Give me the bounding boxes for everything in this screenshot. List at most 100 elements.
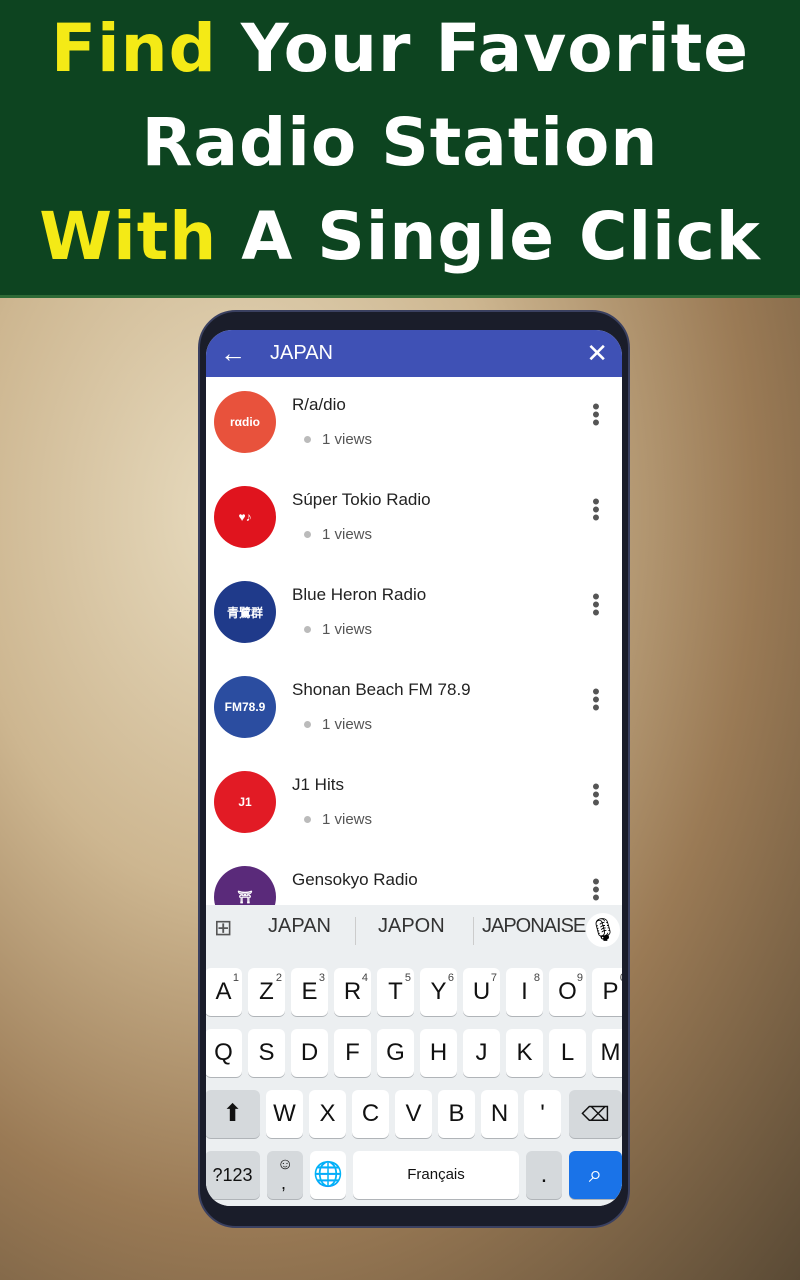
key-Q[interactable]: Q: [206, 1029, 242, 1077]
key-Y[interactable]: Y6: [420, 968, 457, 1016]
bullet-icon: [304, 721, 311, 728]
space-key[interactable]: Français: [353, 1151, 519, 1199]
key-J[interactable]: J: [463, 1029, 500, 1077]
key-hint: 0: [620, 954, 622, 1002]
key-F[interactable]: F: [334, 1029, 371, 1077]
more-options-icon[interactable]: • • •: [592, 491, 600, 529]
key-hint: 6: [447, 972, 454, 984]
key-hint: 5: [404, 972, 411, 984]
key-label: Z: [259, 978, 274, 1005]
key-O[interactable]: O9: [549, 968, 586, 1016]
key-hint: 8: [533, 972, 540, 984]
key-letter[interactable]: ': [524, 1090, 561, 1138]
key-hint: 4: [361, 972, 368, 984]
headline-highlight: Find: [50, 10, 217, 87]
bullet-icon: [304, 816, 311, 823]
key-label: U: [472, 978, 491, 1005]
key-label: O: [558, 978, 577, 1005]
keyboard: ⊞ JAPAN JAPON JAPONAISE 🎙 A1Z2E3R4T5Y6U7…: [206, 905, 622, 1206]
period-key[interactable]: .: [526, 1151, 562, 1199]
station-views: 1 views: [322, 621, 373, 638]
backspace-icon: ⌫: [581, 1104, 610, 1126]
key-Z[interactable]: Z2: [248, 968, 285, 1016]
station-views: 1 views: [322, 716, 373, 733]
key-I[interactable]: I8: [506, 968, 543, 1016]
key-letter[interactable]: B: [438, 1090, 475, 1138]
more-options-icon[interactable]: • • •: [592, 871, 600, 909]
key-label: ,: [281, 1173, 287, 1193]
more-options-icon[interactable]: • • •: [592, 396, 600, 434]
key-letter[interactable]: C: [352, 1090, 389, 1138]
divider: [355, 917, 356, 945]
station-item[interactable]: J1 J1 Hits 1 views • • •: [206, 757, 622, 852]
key-R[interactable]: R4: [334, 968, 371, 1016]
microphone-icon[interactable]: 🎙: [586, 913, 620, 947]
key-label: P: [602, 978, 619, 1005]
key-L[interactable]: L: [549, 1029, 586, 1077]
symbols-key[interactable]: ?123: [206, 1151, 260, 1199]
station-name: Shonan Beach FM 78.9: [292, 680, 471, 699]
station-logo: rαdio: [214, 391, 276, 453]
key-T[interactable]: T5: [377, 968, 414, 1016]
key-letter[interactable]: X: [309, 1090, 346, 1138]
search-key[interactable]: ⌕: [569, 1151, 622, 1199]
search-query[interactable]: JAPAN: [270, 342, 333, 365]
app-header: ← JAPAN ✕: [206, 330, 622, 377]
station-logo: 青鷺群: [214, 581, 276, 643]
station-logo: ♥♪: [214, 486, 276, 548]
key-label: R: [343, 978, 362, 1005]
key-label: I: [521, 978, 528, 1005]
bullet-icon: [304, 626, 311, 633]
key-hint: 2: [275, 972, 282, 984]
station-name: R/a/dio: [292, 395, 346, 414]
shift-key[interactable]: ⬆: [206, 1090, 260, 1138]
apps-grid-icon[interactable]: ⊞: [214, 915, 232, 941]
globe-icon: 🌐: [313, 1161, 343, 1188]
phone-screen: ← JAPAN ✕ rαdio R/a/dio 1 views • • • ♥♪ Sú…: [206, 330, 622, 1206]
arrow-left-icon[interactable]: ←: [220, 338, 246, 369]
station-views: 1 views: [322, 811, 373, 828]
key-letter[interactable]: N: [481, 1090, 518, 1138]
more-options-icon[interactable]: • • •: [592, 586, 600, 624]
key-label: A: [215, 978, 232, 1005]
divider: [473, 917, 474, 945]
more-options-icon[interactable]: • • •: [592, 681, 600, 719]
key-S[interactable]: S: [248, 1029, 285, 1077]
station-item[interactable]: rαdio R/a/dio 1 views • • •: [206, 377, 622, 472]
station-name: Blue Heron Radio: [292, 585, 427, 604]
key-label: E: [301, 978, 318, 1005]
shift-icon: ⬆: [222, 1100, 243, 1127]
suggestion[interactable]: JAPAN: [268, 915, 331, 938]
key-U[interactable]: U7: [463, 968, 500, 1016]
more-options-icon[interactable]: • • •: [592, 776, 600, 814]
bullet-icon: [304, 531, 311, 538]
close-icon[interactable]: ✕: [586, 338, 608, 369]
headline-text: Your Favorite: [216, 10, 750, 87]
search-icon: ⌕: [588, 1161, 603, 1188]
key-letter[interactable]: V: [395, 1090, 432, 1138]
key-D[interactable]: D: [291, 1029, 328, 1077]
backspace-key[interactable]: ⌫: [569, 1090, 622, 1138]
emoji-key[interactable]: ☺,: [267, 1151, 303, 1199]
promo-banner: Find Your Favorite Radio Station With A …: [0, 0, 800, 298]
key-hint: 7: [490, 972, 497, 984]
key-hint: 9: [576, 972, 583, 984]
key-E[interactable]: E3: [291, 968, 328, 1016]
key-P[interactable]: P0: [592, 968, 622, 1016]
key-K[interactable]: K: [506, 1029, 543, 1077]
key-label: T: [388, 978, 403, 1005]
key-letter[interactable]: W: [266, 1090, 303, 1138]
suggestion[interactable]: JAPONAISE: [482, 915, 586, 938]
station-item[interactable]: FM78.9 Shonan Beach FM 78.9 1 views • • •: [206, 662, 622, 757]
suggestion[interactable]: JAPON: [378, 915, 445, 938]
station-name: Súper Tokio Radio: [292, 490, 431, 509]
key-A[interactable]: A1: [206, 968, 242, 1016]
headline-text: A Single Click: [217, 198, 761, 275]
station-item[interactable]: ♥♪ Súper Tokio Radio 1 views • • •: [206, 472, 622, 567]
key-M[interactable]: M: [592, 1029, 622, 1077]
key-G[interactable]: G: [377, 1029, 414, 1077]
key-hint: 1: [232, 972, 239, 984]
key-H[interactable]: H: [420, 1029, 457, 1077]
station-item[interactable]: 青鷺群 Blue Heron Radio 1 views • • •: [206, 567, 622, 662]
language-key[interactable]: 🌐: [310, 1151, 346, 1199]
